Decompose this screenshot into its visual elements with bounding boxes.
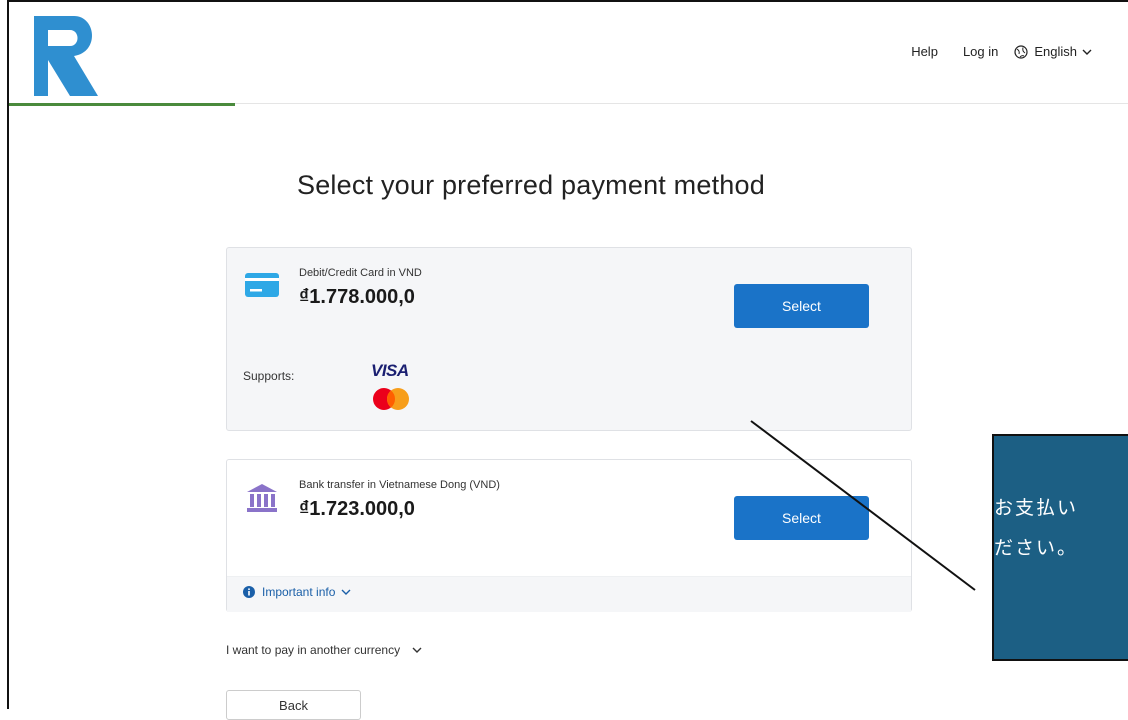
- top-nav: Help Log in English: [886, 44, 1098, 59]
- credit-card-icon: [245, 273, 279, 297]
- method-name: Debit/Credit Card in VND: [299, 267, 422, 279]
- header-accent-bar: [9, 103, 235, 106]
- brand-logo-icon[interactable]: [34, 16, 104, 96]
- visa-logo: VISA: [371, 361, 409, 380]
- select-bank-button[interactable]: Select: [734, 496, 869, 540]
- help-link[interactable]: Help: [911, 44, 938, 59]
- info-icon: [243, 586, 255, 598]
- payment-method-card: Debit/Credit Card in VND ₫1.778.000,0 Se…: [226, 247, 912, 431]
- mastercard-logo-icon: [373, 388, 409, 410]
- method-amount: ₫1.778.000,0: [299, 286, 415, 308]
- other-currency-label: I want to pay in another currency: [226, 643, 401, 657]
- method-name: Bank transfer in Vietnamese Dong (VND): [299, 479, 500, 491]
- globe-icon: [1014, 44, 1028, 59]
- important-info-toggle[interactable]: Important info: [243, 585, 351, 599]
- chevron-down-icon: [412, 647, 422, 653]
- site-header: Help Log in English: [9, 2, 1128, 106]
- method-amount: ₫1.723.000,0: [299, 498, 415, 520]
- other-currency-toggle[interactable]: I want to pay in another currency: [226, 643, 422, 657]
- back-button[interactable]: Back: [226, 690, 361, 720]
- language-selector[interactable]: English: [1014, 44, 1098, 59]
- callout-text: お支払い ださい。: [994, 497, 1079, 559]
- chevron-down-icon: [341, 589, 351, 595]
- payment-method-card: Bank transfer in Vietnamese Dong (VND) ₫…: [226, 459, 912, 612]
- page-title: Select your preferred payment method: [297, 170, 765, 200]
- annotation-callout: お支払い ださい。: [992, 434, 1128, 661]
- bank-icon: [247, 484, 277, 512]
- chevron-down-icon: [1082, 49, 1092, 55]
- language-label: English: [1034, 44, 1077, 59]
- login-link[interactable]: Log in: [963, 44, 998, 59]
- select-card-button[interactable]: Select: [734, 284, 869, 328]
- window-frame-left: [7, 0, 9, 709]
- supports-label: Supports:: [243, 369, 295, 383]
- important-info-label: Important info: [262, 585, 336, 599]
